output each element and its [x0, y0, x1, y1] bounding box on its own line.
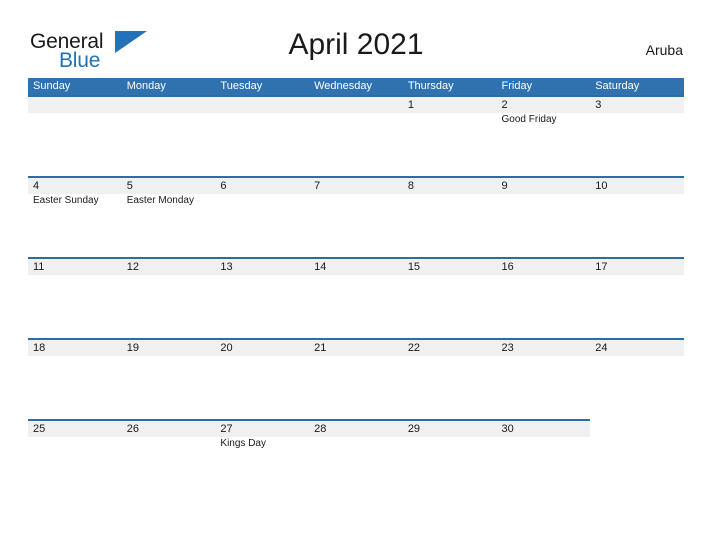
day-cell[interactable]: [215, 95, 309, 176]
day-cell[interactable]: [122, 95, 216, 176]
calendar-page: General Blue April 2021 Aruba Sunday Mon…: [0, 0, 712, 550]
day-cell[interactable]: 28: [309, 419, 403, 500]
day-number: 9: [501, 180, 508, 192]
day-cell[interactable]: [309, 95, 403, 176]
day-cell[interactable]: 30: [497, 419, 591, 500]
weekday-header-row: Sunday Monday Tuesday Wednesday Thursday…: [28, 78, 684, 95]
day-cell[interactable]: 24: [590, 338, 684, 419]
day-cell[interactable]: 2 Good Friday: [497, 95, 591, 176]
day-event: Kings Day: [220, 438, 266, 449]
day-cell[interactable]: 1: [403, 95, 497, 176]
day-cell[interactable]: 4 Easter Sunday: [28, 176, 122, 257]
week-row: 18 19 20 21 22 23 24: [28, 338, 684, 419]
day-event: Easter Monday: [126, 195, 194, 206]
week-row: 11 12 13 14 15 16 17: [28, 257, 684, 338]
day-cell[interactable]: 8: [403, 176, 497, 257]
day-number: 19: [126, 342, 139, 354]
week-row: 1 2 Good Friday 3: [28, 95, 684, 176]
weekday-header-thursday: Thursday: [407, 80, 454, 92]
day-cell[interactable]: 18: [28, 338, 122, 419]
weekday-header-tuesday: Tuesday: [220, 80, 263, 92]
day-number: 15: [407, 261, 421, 273]
day-number: 29: [407, 423, 421, 435]
day-number: 16: [501, 261, 514, 273]
day-cell[interactable]: 22: [403, 338, 497, 419]
day-number: 14: [314, 261, 327, 273]
day-event: Easter Sunday: [33, 195, 99, 206]
day-cell[interactable]: 17: [590, 257, 684, 338]
page-header: General Blue April 2021 Aruba: [0, 0, 712, 76]
day-cell[interactable]: 13: [215, 257, 309, 338]
day-cell[interactable]: 12: [122, 257, 216, 338]
day-cell[interactable]: 5 Easter Monday: [122, 176, 216, 257]
day-number: 24: [595, 342, 608, 354]
day-number: 25: [33, 423, 46, 435]
day-number: 11: [33, 261, 45, 273]
day-cell[interactable]: 6: [215, 176, 309, 257]
day-number: 8: [407, 180, 414, 192]
day-number: 22: [407, 342, 421, 354]
weekday-header-wednesday: Wednesday: [314, 80, 372, 92]
weekday-header-saturday: Saturday: [595, 80, 640, 92]
day-number: 26: [126, 423, 139, 435]
day-number: 30: [501, 423, 514, 435]
day-cell[interactable]: 21: [309, 338, 403, 419]
day-cell[interactable]: 7: [309, 176, 403, 257]
day-number: 23: [501, 342, 514, 354]
day-cell: [590, 419, 684, 500]
day-number: 18: [33, 342, 46, 354]
day-number: 21: [314, 342, 327, 354]
calendar-grid: Sunday Monday Tuesday Wednesday Thursday…: [28, 78, 684, 500]
day-number: 27: [220, 423, 233, 435]
day-number: 17: [595, 261, 608, 273]
day-number: 10: [595, 180, 608, 192]
day-cell[interactable]: 11: [28, 257, 122, 338]
day-cell[interactable]: 29: [403, 419, 497, 500]
week-row: 25 26 27 Kings Day 28 29 30: [28, 419, 684, 500]
day-cell[interactable]: 14: [309, 257, 403, 338]
page-title: April 2021: [288, 28, 424, 61]
country-label: Aruba: [645, 42, 683, 58]
day-number: 12: [126, 261, 139, 273]
day-cell[interactable]: 19: [122, 338, 216, 419]
day-number: 20: [220, 342, 233, 354]
day-number: 7: [314, 180, 321, 192]
day-number: 2: [501, 99, 508, 111]
day-number: 5: [126, 180, 133, 192]
day-cell[interactable]: 23: [497, 338, 591, 419]
weekday-header-sunday: Sunday: [33, 80, 71, 92]
day-cell[interactable]: 3: [590, 95, 684, 176]
day-cell[interactable]: 15: [403, 257, 497, 338]
day-cell[interactable]: 26: [122, 419, 216, 500]
day-cell[interactable]: 27 Kings Day: [215, 419, 309, 500]
day-cell[interactable]: 9: [497, 176, 591, 257]
week-row: 4 Easter Sunday 5 Easter Monday 6 7 8 9 …: [28, 176, 684, 257]
day-event: Good Friday: [501, 114, 557, 125]
day-cell[interactable]: 16: [497, 257, 591, 338]
day-number: 4: [33, 180, 40, 192]
day-cell[interactable]: 20: [215, 338, 309, 419]
day-number: 1: [407, 99, 414, 111]
day-number: 6: [220, 180, 227, 192]
day-number: 13: [220, 261, 233, 273]
day-number: 3: [595, 99, 602, 111]
weekday-header-friday: Friday: [501, 80, 533, 92]
day-cell[interactable]: 10: [590, 176, 684, 257]
day-number: 28: [314, 423, 327, 435]
day-cell[interactable]: 25: [28, 419, 122, 500]
day-cell[interactable]: [28, 95, 122, 176]
weekday-header-monday: Monday: [126, 80, 166, 92]
